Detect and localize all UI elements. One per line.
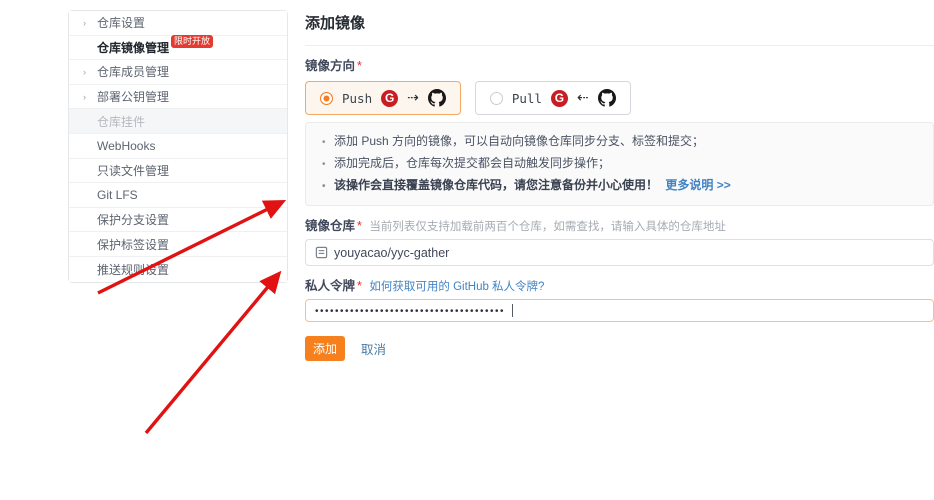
required-asterisk: * [357, 59, 362, 73]
sidebar-item-label: 仓库设置 [97, 16, 146, 31]
sidebar-item-label: 只读文件管理 [97, 163, 170, 178]
sidebar-item-label: WebHooks [97, 138, 156, 153]
push-option[interactable]: Push G ⇢ [305, 81, 461, 115]
mirror-repo-input[interactable]: youyacao/yyc-gather [305, 239, 934, 266]
push-option-label: Push [342, 90, 373, 106]
notice-warning-text: 该操作会直接覆盖镜像仓库代码，请您注意备份并小心使用！ [334, 178, 659, 192]
mirror-repo-value: youyacao/yyc-gather [334, 245, 450, 260]
sidebar-item-label: 推送规则设置 [97, 262, 170, 277]
gitee-icon: G [550, 89, 568, 107]
mirror-notice-box: 添加 Push 方向的镜像，可以自动向镜像仓库同步分支、标签和提交； 添加完成后… [305, 122, 934, 206]
mirror-direction-label: 镜像方向 [305, 59, 356, 73]
mirror-direction-label-row: 镜像方向 * [305, 55, 934, 74]
sidebar-item-label: 仓库成员管理 [97, 65, 170, 80]
annotation-arrow-to-token [144, 270, 282, 435]
sidebar-item-protected-tags[interactable]: 保护标签设置 [69, 232, 287, 257]
notice-line-warning: 该操作会直接覆盖镜像仓库代码，请您注意备份并小心使用！ 更多说明 >> [322, 174, 917, 196]
required-asterisk: * [357, 219, 362, 233]
sidebar-item-label: 保护分支设置 [97, 213, 170, 228]
token-label-row: 私人令牌 * 如何获取可用的 GitHub 私人令牌? [305, 275, 934, 294]
sidebar-item-deploy-keys[interactable]: › 部署公钥管理 [69, 84, 287, 110]
radio-selected-icon[interactable] [320, 91, 333, 105]
mirror-repo-label-row: 镜像仓库 * 当前列表仅支持加载前两百个仓库，如需查找，请输入具体的仓库地址 [305, 215, 934, 234]
github-icon [427, 89, 446, 107]
settings-sidebar: › 仓库设置 仓库镜像管理 限时开放 › 仓库成员管理 › 部署公钥管理 仓库挂… [68, 10, 288, 283]
sidebar-item-label: Git LFS [97, 187, 138, 202]
github-icon [597, 89, 616, 107]
sidebar-item-label: 保护标签设置 [97, 237, 170, 252]
radio-unselected-icon[interactable] [489, 91, 503, 105]
sidebar-item-readonly-files[interactable]: 只读文件管理 [69, 158, 287, 184]
required-asterisk: * [357, 279, 362, 293]
dashed-arrow-right-icon: ⇢ [407, 90, 419, 106]
token-input[interactable]: •••••••••••••••••••••••••••••••••••••• [305, 299, 934, 322]
form-actions: 添加 取消 [305, 336, 934, 361]
sidebar-item-mirror-management[interactable]: 仓库镜像管理 限时开放 [69, 34, 287, 61]
sidebar-item-members[interactable]: › 仓库成员管理 [69, 60, 287, 85]
sidebar-item-repo-widgets: 仓库挂件 [69, 109, 287, 134]
chevron-right-icon: › [83, 91, 86, 102]
pull-option-label: Pull [511, 90, 542, 106]
limited-time-badge: 限时开放 [171, 34, 214, 48]
mirror-repo-label: 镜像仓库 [305, 219, 356, 233]
mirror-direction-options: Push G ⇢ Pull G ⇠ [305, 81, 934, 115]
token-label: 私人令牌 [305, 279, 356, 293]
notice-line: 添加完成后，仓库每次提交都会自动触发同步操作； [322, 152, 917, 174]
sidebar-item-git-lfs[interactable]: Git LFS [69, 183, 287, 208]
sidebar-item-label: 仓库镜像管理 [97, 40, 170, 55]
dashed-arrow-left-icon: ⇠ [576, 90, 589, 106]
sidebar-item-webhooks[interactable]: WebHooks [69, 133, 287, 159]
page-title: 添加镜像 [305, 8, 934, 46]
add-mirror-panel: 添加镜像 镜像方向* Push G ⇢ Pull G ⇠ 添加 Push 方向 [305, 8, 934, 361]
sidebar-item-push-rules[interactable]: 推送规则设置 [69, 256, 287, 282]
repo-settings-page: › 仓库设置 仓库镜像管理 限时开放 › 仓库成员管理 › 部署公钥管理 仓库挂… [0, 0, 934, 500]
notice-line: 添加 Push 方向的镜像，可以自动向镜像仓库同步分支、标签和提交； [322, 130, 917, 152]
sidebar-item-protected-branches[interactable]: 保护分支设置 [69, 207, 287, 233]
token-masked-value: •••••••••••••••••••••••••••••••••••••• [315, 306, 506, 317]
gitee-icon: G [381, 89, 399, 107]
chevron-right-icon: › [83, 66, 86, 77]
repository-icon [315, 246, 328, 259]
text-cursor [512, 304, 514, 317]
more-info-link[interactable]: 更多说明 >> [665, 178, 730, 192]
chevron-right-icon: › [83, 17, 86, 28]
mirror-repo-hint: 当前列表仅支持加载前两百个仓库，如需查找，请输入具体的仓库地址 [369, 221, 726, 233]
token-help-link[interactable]: 如何获取可用的 GitHub 私人令牌? [369, 281, 544, 293]
cancel-button[interactable]: 取消 [361, 339, 386, 358]
sidebar-item-repo-settings[interactable]: › 仓库设置 [69, 11, 287, 36]
add-button[interactable]: 添加 [305, 336, 346, 361]
sidebar-item-label: 仓库挂件 [97, 114, 146, 129]
sidebar-item-label: 部署公钥管理 [97, 90, 170, 105]
pull-option[interactable]: Pull G ⇠ [474, 81, 631, 115]
